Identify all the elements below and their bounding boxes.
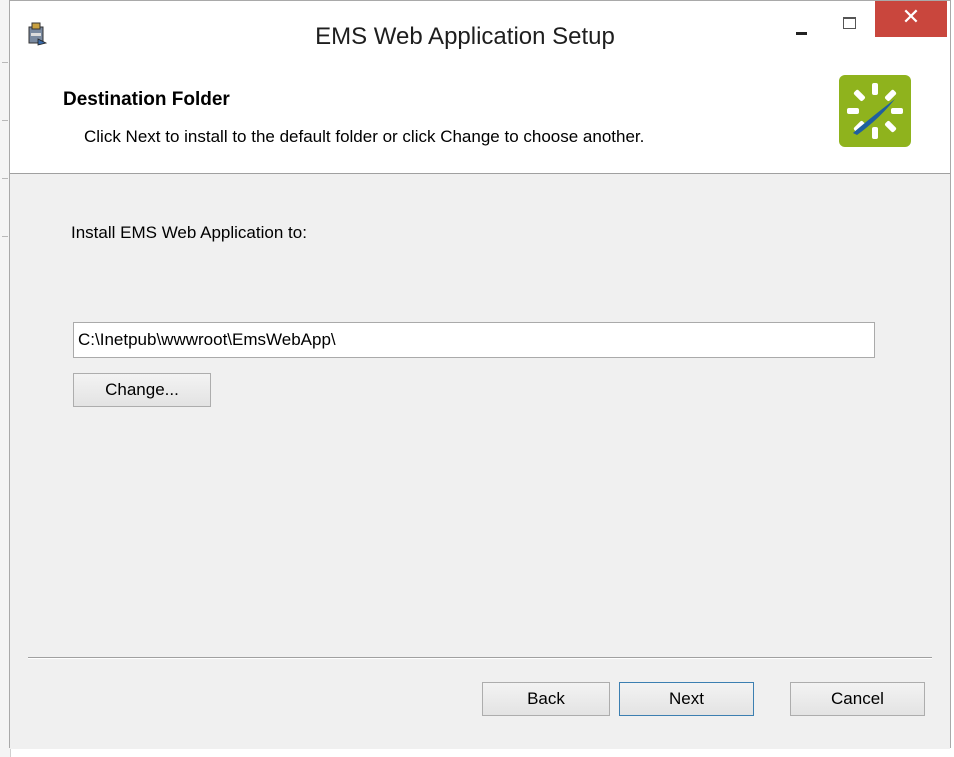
- install-location-label: Install EMS Web Application to:: [71, 223, 307, 242]
- cancel-button[interactable]: Cancel: [790, 682, 925, 716]
- maximize-button[interactable]: [830, 5, 870, 39]
- background-tick: [2, 178, 8, 179]
- title-bar[interactable]: EMS Web Application Setup ✕: [10, 1, 950, 61]
- close-button[interactable]: ✕: [875, 1, 947, 37]
- page-header: Destination Folder Click Next to install…: [10, 61, 950, 174]
- ems-logo-icon: [839, 75, 911, 147]
- close-icon: ✕: [901, 5, 921, 30]
- minimize-icon: [796, 32, 807, 35]
- background-tick: [2, 236, 8, 237]
- maximize-icon: [843, 17, 856, 29]
- destination-path-input[interactable]: [73, 322, 875, 358]
- minimize-button[interactable]: [783, 5, 823, 39]
- page-title: Destination Folder: [63, 89, 230, 110]
- background-tick: [2, 120, 8, 121]
- setup-dialog: EMS Web Application Setup ✕ Destination …: [9, 0, 951, 749]
- page-description: Click Next to install to the default fol…: [84, 127, 645, 146]
- back-button[interactable]: Back: [482, 682, 610, 716]
- change-button[interactable]: Change...: [73, 373, 211, 407]
- next-button[interactable]: Next: [619, 682, 754, 716]
- background-tick: [2, 62, 8, 63]
- dialog-body: Install EMS Web Application to: Change..…: [10, 174, 950, 749]
- footer-divider: [28, 657, 932, 659]
